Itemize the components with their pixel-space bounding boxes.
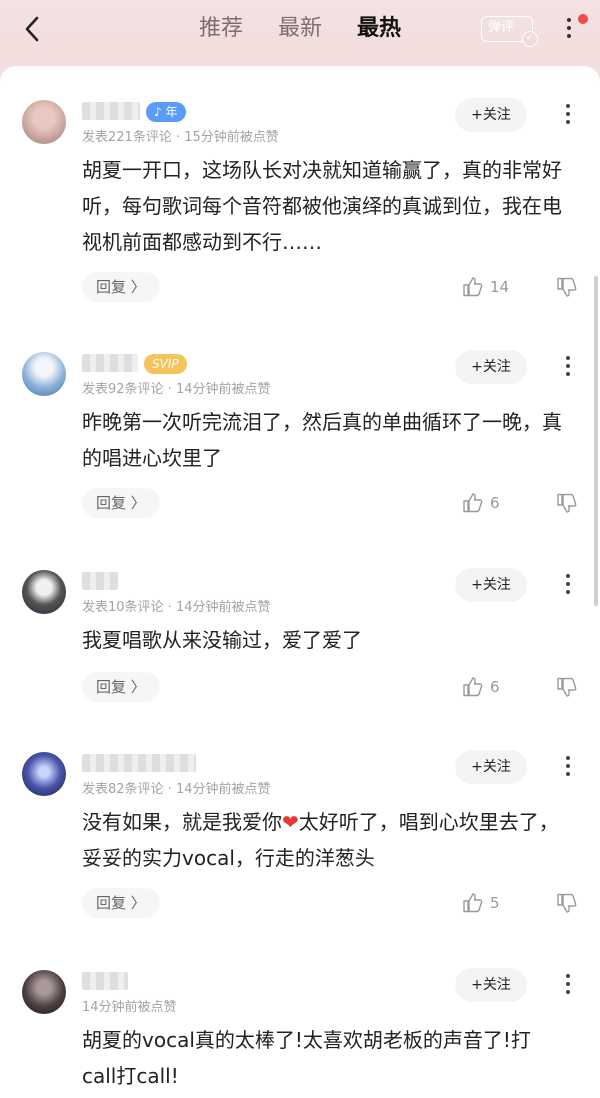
like-count: 5	[490, 894, 500, 912]
comment-list[interactable]: ♪ 年 发表221条评论 · 15分钟前被点赞 +关注 胡夏一开口，这场队长对决…	[0, 66, 600, 1098]
like-button[interactable]: 6	[462, 672, 522, 702]
danmu-comment-toggle[interactable]: 弹评 ✓	[481, 16, 538, 47]
comment-meta: 发表92条评论 · 14分钟前被点赞	[82, 382, 271, 397]
username-blurred[interactable]	[82, 972, 128, 990]
dislike-button[interactable]	[556, 888, 582, 918]
reply-button[interactable]: 回复 〉	[82, 888, 160, 918]
follow-button[interactable]: +关注	[455, 98, 527, 132]
username-blurred[interactable]	[82, 754, 196, 772]
follow-button[interactable]: +关注	[455, 568, 527, 602]
check-icon: ✓	[522, 31, 538, 47]
reply-button[interactable]: 回复 〉	[82, 488, 160, 518]
follow-button[interactable]: +关注	[455, 350, 527, 384]
top-bar: 推荐 最新 最热 弹评 ✓	[0, 0, 600, 64]
scrollbar[interactable]	[594, 276, 598, 606]
comment-text-part: 没有如果，就是我爱你	[82, 810, 282, 834]
music-note-icon: ♪	[154, 105, 162, 119]
comment-meta: 14分钟前被点赞	[82, 1000, 177, 1015]
like-count: 6	[490, 494, 500, 512]
svip-badge: SVIP	[144, 354, 187, 374]
thumb-up-icon	[463, 893, 483, 913]
thumb-up-icon	[463, 493, 483, 513]
notification-dot	[578, 14, 588, 24]
comment-meta: 发表82条评论 · 14分钟前被点赞	[82, 782, 271, 797]
tab-hottest[interactable]: 最热	[357, 14, 401, 44]
more-options-icon[interactable]	[558, 570, 578, 600]
thumb-down-icon	[557, 677, 577, 697]
follow-button[interactable]: +关注	[455, 750, 527, 784]
avatar[interactable]	[22, 570, 66, 614]
thumb-down-icon	[557, 893, 577, 913]
comment-text: 胡夏的vocal真的太棒了!太喜欢胡老板的声音了!打call打call!	[82, 1028, 531, 1088]
avatar[interactable]	[22, 100, 66, 144]
comment-text: 昨晚第一次听完流泪了，然后真的单曲循环了一晚，真的唱进心坎里了	[82, 410, 562, 470]
comment-text: 没有如果，就是我爱你❤太好听了，唱到心坎里去了，妥妥的实力vocal，行走的洋葱…	[82, 804, 562, 876]
comment-text: 我夏唱歌从来没输过，爱了爱了	[82, 628, 362, 652]
comment-meta: 发表221条评论 · 15分钟前被点赞	[82, 130, 279, 145]
comment-meta: 发表10条评论 · 14分钟前被点赞	[82, 600, 271, 615]
reply-button[interactable]: 回复 〉	[82, 272, 160, 302]
like-button[interactable]: 14	[462, 272, 522, 302]
more-options-icon[interactable]	[558, 752, 578, 782]
tab-latest[interactable]: 最新	[278, 14, 322, 44]
avatar[interactable]	[22, 352, 66, 396]
thumb-down-icon	[557, 493, 577, 513]
danmu-label: 弹评	[488, 20, 515, 35]
reply-button[interactable]: 回复 〉	[82, 672, 160, 702]
like-button[interactable]: 5	[462, 888, 522, 918]
thumb-up-icon	[463, 277, 483, 297]
more-options-icon[interactable]	[558, 100, 578, 130]
heart-icon: ❤	[282, 810, 299, 834]
more-options-icon[interactable]	[558, 352, 578, 382]
username-blurred[interactable]	[82, 102, 140, 120]
avatar[interactable]	[22, 970, 66, 1014]
more-options-icon[interactable]	[559, 14, 579, 44]
like-count: 14	[490, 278, 510, 296]
dislike-button[interactable]	[556, 488, 582, 518]
more-options-icon[interactable]	[558, 970, 578, 1000]
dislike-button[interactable]	[556, 272, 582, 302]
tab-recommended[interactable]: 推荐	[199, 14, 243, 44]
dislike-button[interactable]	[556, 672, 582, 702]
follow-button[interactable]: +关注	[455, 968, 527, 1002]
like-button[interactable]: 6	[462, 488, 522, 518]
avatar[interactable]	[22, 752, 66, 796]
comment-text: 胡夏一开口，这场队长对决就知道输赢了，真的非常好听，每句歌词每个音符都被他演绎的…	[82, 158, 562, 254]
username-blurred[interactable]	[82, 354, 138, 372]
thumb-down-icon	[557, 277, 577, 297]
thumb-up-icon	[463, 677, 483, 697]
badge-label: 年	[165, 105, 178, 119]
year-badge: ♪ 年	[146, 102, 186, 122]
username-blurred[interactable]	[82, 572, 118, 590]
like-count: 6	[490, 678, 500, 696]
